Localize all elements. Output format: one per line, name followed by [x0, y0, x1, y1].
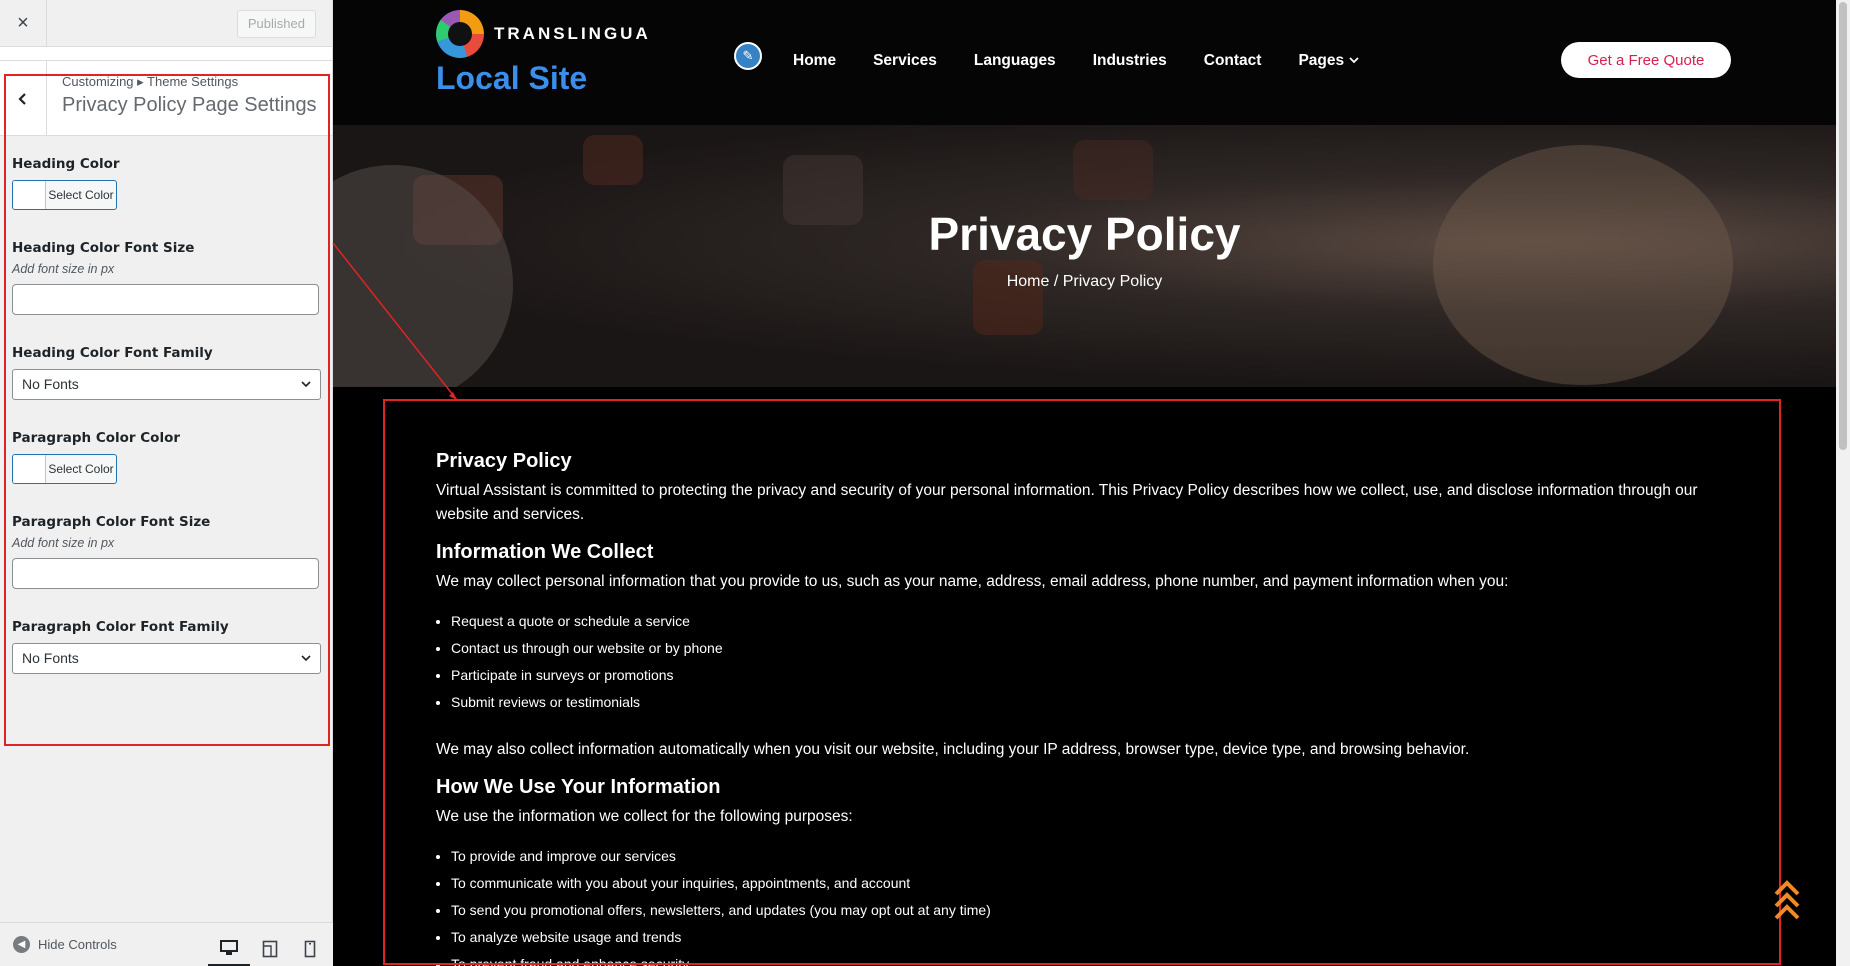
publish-button[interactable]: Published — [236, 10, 316, 38]
list-item: To communicate with you about your inqui… — [451, 870, 1716, 897]
collect-list: Request a quote or schedule a service Co… — [436, 608, 1716, 716]
policy-paragraph: We may also collect information automati… — [436, 741, 1470, 758]
nav-pages[interactable]: Pages — [1298, 52, 1360, 70]
paragraph-font-family-select[interactable]: No Fonts — [12, 643, 321, 674]
chevron-down-icon — [1349, 57, 1360, 64]
paragraph-font-family-control: Paragraph Color Font Family No Fonts — [12, 619, 321, 674]
customizer-header: × Published — [0, 0, 332, 47]
paragraph-color-label: Paragraph Color Color — [12, 430, 180, 446]
heading-font-size-input[interactable] — [12, 284, 319, 315]
list-item: Participate in surveys or promotions — [451, 662, 1716, 689]
section-title: Privacy Policy Page Settings — [62, 94, 317, 116]
get-quote-button[interactable]: Get a Free Quote — [1561, 42, 1731, 78]
header-gap — [0, 47, 332, 61]
nav-home[interactable]: Home — [793, 52, 836, 70]
page-breadcrumb[interactable]: Home / Privacy Policy — [333, 273, 1836, 291]
hero-decor — [583, 135, 643, 185]
nav-industries[interactable]: Industries — [1093, 52, 1167, 70]
customizer-footer: ◀ Hide Controls — [0, 922, 333, 966]
site-header: TRANSLINGUA Local Site ✎ Home Services L… — [333, 0, 1836, 125]
policy-paragraph: We use the information we collect for th… — [436, 808, 853, 825]
hero-decor — [1433, 145, 1733, 385]
heading-font-size-label: Heading Color Font Size — [12, 240, 195, 256]
nav-languages[interactable]: Languages — [974, 52, 1056, 70]
nav-services[interactable]: Services — [873, 52, 937, 70]
page-hero: Privacy Policy Home / Privacy Policy — [333, 125, 1836, 387]
policy-heading: How We Use Your Information — [436, 776, 721, 798]
page-title: Privacy Policy — [928, 208, 1241, 260]
breadcrumb: Customizing ▸ Theme Settings — [62, 74, 239, 89]
close-icon[interactable]: × — [0, 0, 47, 47]
customizer-sidebar: × Published Customizing ▸ Theme Settings… — [0, 0, 333, 966]
heading-color-control: Heading Color Select Color — [12, 156, 320, 210]
heading-color-label: Heading Color — [12, 156, 120, 172]
hide-controls-label: Hide Controls — [38, 937, 117, 952]
paragraph-font-size-description: Add font size in px — [12, 536, 115, 550]
nav-contact[interactable]: Contact — [1204, 52, 1262, 70]
policy-heading: Information We Collect — [436, 541, 654, 563]
heading-font-family-label: Heading Color Font Family — [12, 345, 213, 361]
policy-paragraph: We may collect personal information that… — [436, 573, 1509, 590]
color-swatch — [13, 455, 46, 483]
chevron-down-icon — [300, 644, 312, 684]
policy-content: Privacy Policy Virtual Assistant is comm… — [436, 450, 1716, 966]
main-nav: Home Services Languages Industries Conta… — [793, 52, 1360, 70]
list-item: To send you promotional offers, newslett… — [451, 897, 1716, 924]
site-logo[interactable]: TRANSLINGUA Local Site — [436, 10, 651, 97]
paragraph-color-picker[interactable]: Select Color — [12, 454, 117, 484]
list-item: To provide and improve our services — [451, 843, 1716, 870]
heading-font-family-select[interactable]: No Fonts — [12, 369, 321, 400]
list-item: Contact us through our website or by pho… — [451, 635, 1716, 662]
scrollbar-thumb[interactable] — [1839, 2, 1847, 450]
desktop-icon[interactable] — [208, 931, 250, 966]
mobile-icon[interactable] — [289, 931, 331, 966]
paragraph-font-family-label: Paragraph Color Font Family — [12, 619, 229, 635]
tablet-icon[interactable] — [249, 931, 291, 966]
section-header: Customizing ▸ Theme Settings Privacy Pol… — [0, 61, 332, 136]
paragraph-color-control: Paragraph Color Color Select Color — [12, 430, 320, 484]
selected-value: No Fonts — [22, 376, 79, 392]
list-item: To prevent fraud and enhance security — [451, 951, 1716, 966]
paragraph-font-size-label: Paragraph Color Font Size — [12, 514, 211, 530]
list-item: Submit reviews or testimonials — [451, 689, 1716, 716]
brand-name: TRANSLINGUA — [494, 24, 651, 43]
controls-panel: Heading Color Select Color Heading Color… — [0, 136, 332, 674]
back-icon[interactable] — [0, 61, 47, 136]
heading-font-size-control: Heading Color Font Size Add font size in… — [12, 240, 320, 315]
selected-value: No Fonts — [22, 650, 79, 666]
list-item: To analyze website usage and trends — [451, 924, 1716, 951]
hero-decor — [1073, 140, 1153, 200]
heading-font-size-description: Add font size in px — [12, 262, 115, 276]
use-list: To provide and improve our services To c… — [436, 843, 1716, 966]
preview-scrollbar[interactable] — [1836, 0, 1850, 966]
hero-decor — [973, 260, 1043, 335]
scroll-top-icon[interactable] — [1773, 880, 1801, 922]
pencil-icon[interactable]: ✎ — [734, 42, 762, 70]
logo-brand: TRANSLINGUA — [436, 10, 651, 58]
select-color-label: Select Color — [48, 462, 114, 476]
nav-pages-label: Pages — [1298, 52, 1345, 69]
globe-logo-icon — [436, 10, 484, 58]
list-item: Request a quote or schedule a service — [451, 608, 1716, 635]
site-title[interactable]: Local Site — [436, 60, 651, 97]
site-preview: TRANSLINGUA Local Site ✎ Home Services L… — [333, 0, 1836, 966]
heading-font-family-control: Heading Color Font Family No Fonts — [12, 345, 321, 400]
policy-paragraph: Virtual Assistant is committed to protec… — [436, 482, 1698, 523]
hide-controls-button[interactable]: ◀ Hide Controls — [13, 936, 117, 953]
paragraph-font-size-control: Paragraph Color Font Size Add font size … — [12, 514, 320, 589]
collapse-icon: ◀ — [13, 936, 30, 953]
policy-heading: Privacy Policy — [436, 450, 572, 472]
color-swatch — [13, 181, 46, 209]
paragraph-font-size-input[interactable] — [12, 558, 319, 589]
select-color-label: Select Color — [48, 188, 114, 202]
chevron-down-icon — [300, 370, 312, 410]
heading-color-picker[interactable]: Select Color — [12, 180, 117, 210]
